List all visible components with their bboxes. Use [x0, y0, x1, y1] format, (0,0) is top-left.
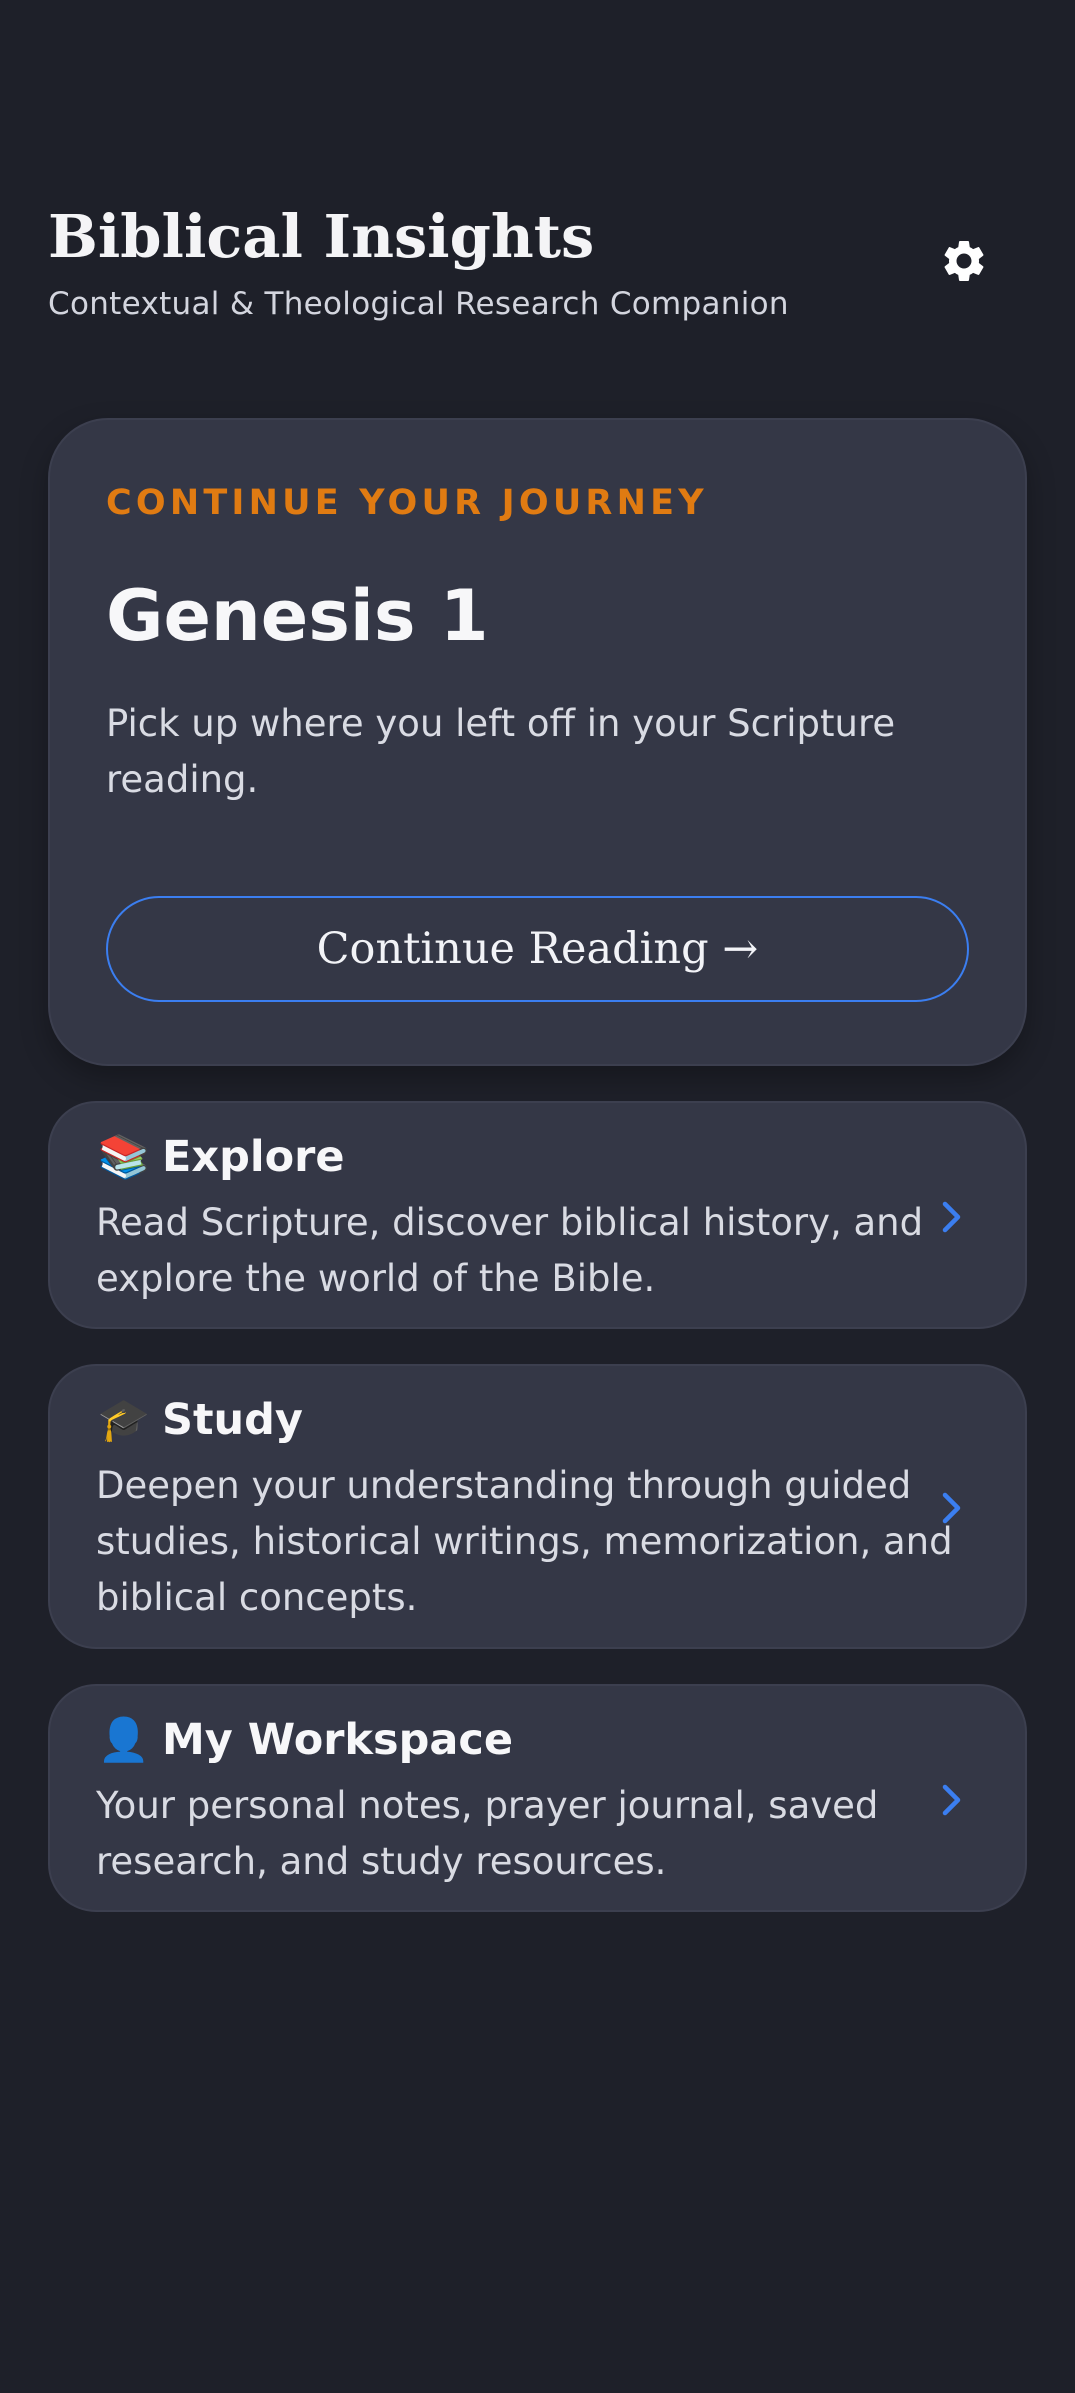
books-icon: 📚 [97, 1132, 151, 1181]
app-header: Biblical Insights Contextual & Theologic… [48, 198, 1027, 338]
chevron-right-icon [937, 1780, 967, 1820]
chevron-right-icon [937, 1488, 967, 1528]
study-description: Deepen your understanding through guided… [96, 1464, 953, 1619]
chevron-right-icon [937, 1197, 967, 1237]
person-icon: 👤 [97, 1715, 151, 1764]
app-subtitle: Contextual & Theological Research Compan… [48, 286, 789, 322]
workspace-description: Your personal notes, prayer journal, sav… [96, 1784, 879, 1883]
current-book-title: Genesis 1 [106, 575, 489, 657]
continue-journey-eyebrow: CONTINUE YOUR JOURNEY [106, 483, 708, 523]
explore-title: Explore [162, 1132, 345, 1182]
continue-journey-description: Pick up where you left off in your Scrip… [106, 702, 896, 801]
graduation-cap-icon: 🎓 [97, 1395, 151, 1444]
study-title-row: 🎓 Study [96, 1392, 303, 1448]
settings-button[interactable] [933, 230, 995, 292]
explore-card[interactable]: 📚 Explore Read Scripture, discover bibli… [48, 1101, 1027, 1329]
workspace-card[interactable]: 👤 My Workspace Your personal notes, pray… [48, 1684, 1027, 1912]
workspace-title: My Workspace [162, 1715, 514, 1765]
study-card[interactable]: 🎓 Study Deepen your understanding throug… [48, 1364, 1027, 1649]
continue-reading-button[interactable]: Continue Reading → [106, 896, 969, 1002]
gear-icon [944, 241, 984, 281]
continue-journey-card: CONTINUE YOUR JOURNEY Genesis 1 Pick up … [48, 418, 1027, 1066]
explore-title-row: 📚 Explore [96, 1129, 345, 1185]
app-title: Biblical Insights [48, 202, 595, 271]
study-title: Study [162, 1395, 303, 1445]
workspace-title-row: 👤 My Workspace [96, 1712, 513, 1768]
explore-description: Read Scripture, discover biblical histor… [96, 1201, 924, 1300]
